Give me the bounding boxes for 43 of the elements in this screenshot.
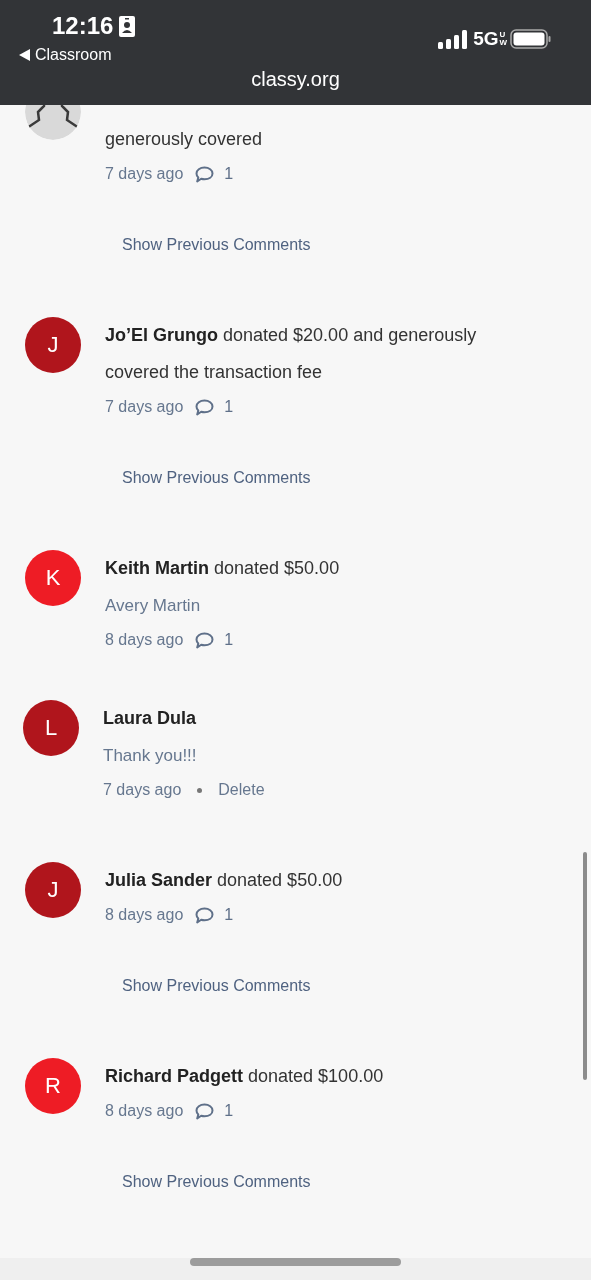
delete-link[interactable]: Delete	[218, 781, 265, 799]
time-ago: 7 days ago	[105, 398, 184, 416]
donation-text: Richard Padgett donated $100.00	[105, 1064, 385, 1088]
comment-icon	[195, 631, 215, 649]
commenter-name: Laura Dula	[103, 706, 198, 730]
donation-text: Keith Martin donated $50.00	[105, 556, 341, 580]
time-ago: 7 days ago	[105, 165, 184, 183]
donation-text: generously covered	[105, 127, 264, 151]
network-label: 5G	[473, 28, 499, 50]
comment-count-button[interactable]: 1	[195, 906, 234, 924]
show-previous-comments-link[interactable]: Show Previous Comments	[122, 977, 311, 995]
show-previous-comments-link[interactable]: Show Previous Comments	[122, 469, 311, 487]
time-ago: 8 days ago	[105, 906, 184, 924]
comment-count-button[interactable]: 1	[195, 631, 234, 649]
home-indicator[interactable]	[190, 1258, 401, 1266]
id-card-icon	[119, 15, 136, 37]
donation-text: Julia Sander donated $50.00	[105, 868, 344, 892]
comment-icon	[195, 1102, 215, 1120]
comment-icon	[195, 165, 215, 183]
show-previous-comments-link[interactable]: Show Previous Comments	[122, 236, 311, 254]
time-ago: 8 days ago	[105, 1102, 184, 1120]
comment-count-button[interactable]: 1	[195, 398, 234, 416]
back-triangle-icon	[19, 49, 30, 61]
time-ago: 8 days ago	[105, 631, 184, 649]
initial-avatar: J	[25, 861, 81, 918]
initial-avatar: R	[25, 1057, 81, 1114]
battery-icon	[510, 29, 551, 49]
address-url[interactable]: classy.org	[251, 68, 340, 91]
comment-count-button[interactable]: 1	[195, 1102, 234, 1120]
clock-time: 12:16	[52, 12, 114, 40]
back-link[interactable]: Classroom	[19, 46, 112, 64]
initial-avatar: K	[25, 549, 81, 606]
show-previous-comments-link[interactable]: Show Previous Comments	[122, 1173, 311, 1191]
time-ago: 7 days ago	[103, 781, 182, 799]
donor-note: Avery Martin	[105, 595, 201, 615]
comment-text: Thank you!!!	[103, 745, 197, 765]
comment-count-button[interactable]: 1	[195, 165, 234, 183]
signal-icon	[438, 29, 468, 49]
initial-avatar: L	[23, 699, 79, 756]
donation-text: Jo’El Grungo donated $20.00 and generously covered the transaction fee	[105, 323, 478, 384]
comment-icon	[195, 398, 215, 416]
comment-icon	[195, 906, 215, 924]
initial-avatar: J	[25, 316, 81, 373]
